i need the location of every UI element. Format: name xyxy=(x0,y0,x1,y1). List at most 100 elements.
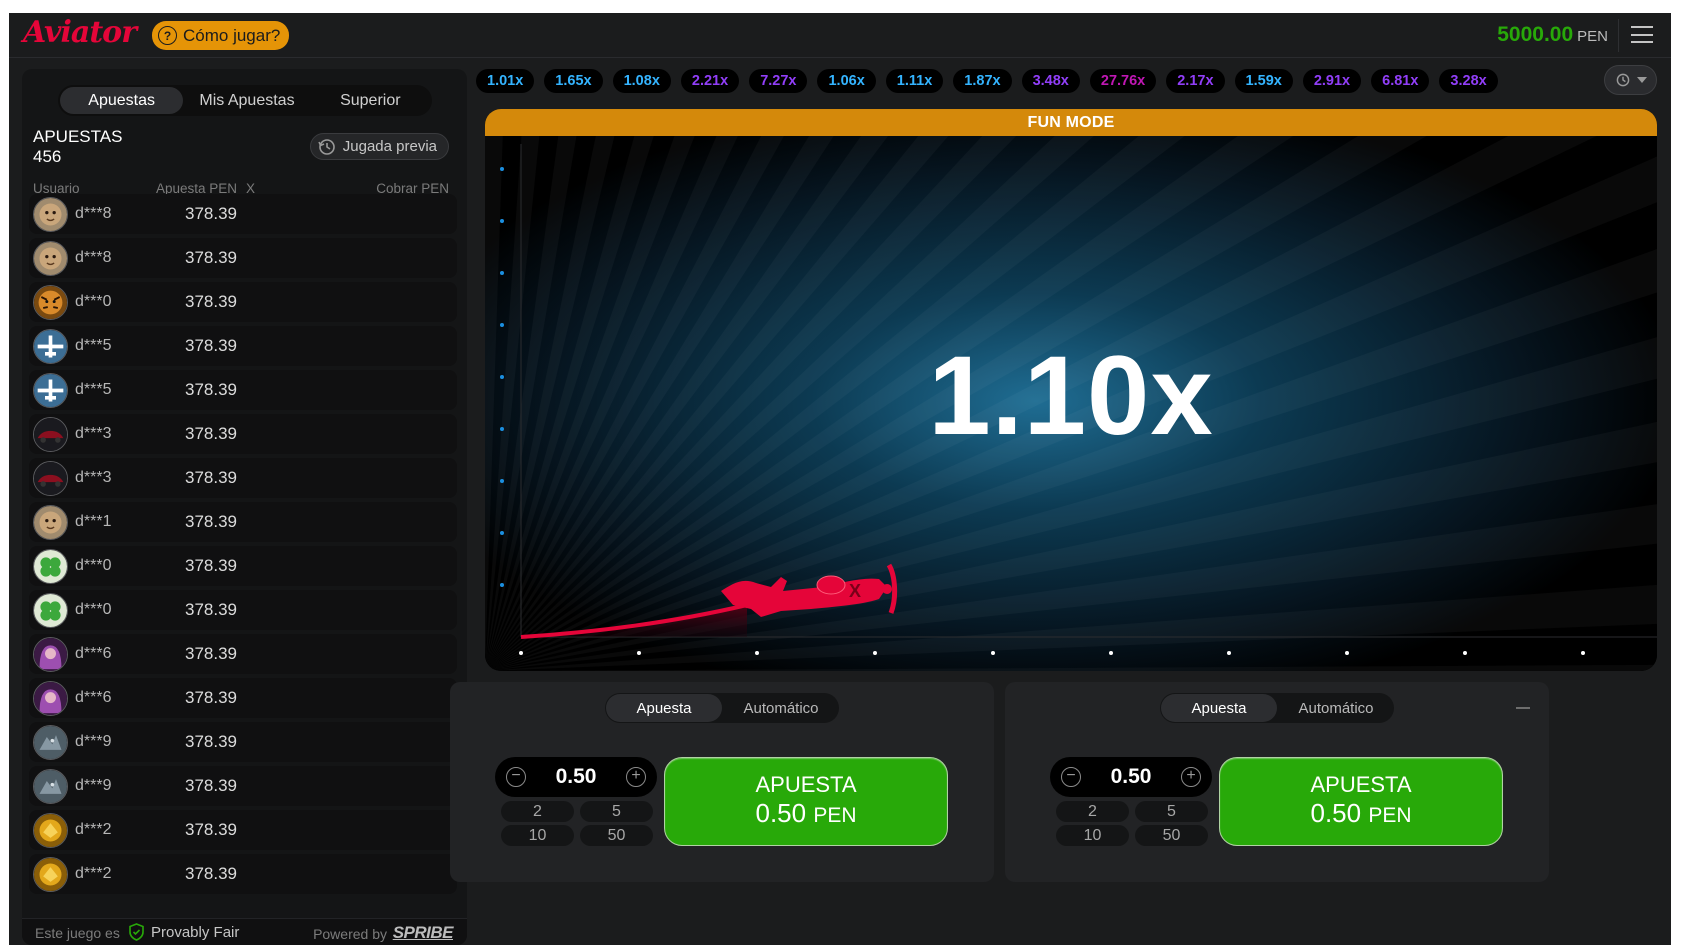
history-multiplier[interactable]: 3.48x xyxy=(1021,69,1080,93)
bet-row: d***0 378.39 xyxy=(29,546,457,586)
x-axis-dot xyxy=(519,651,523,655)
x-axis-dot xyxy=(1345,651,1349,655)
bets-list: d***8 378.39 d***8 378.39 d***0 378.39 d***5 37… xyxy=(29,194,457,898)
bets-label: APUESTAS xyxy=(33,127,123,146)
plus-icon[interactable]: + xyxy=(1181,767,1201,787)
user-avatar xyxy=(33,549,68,584)
history-multiplier[interactable]: 1.59x xyxy=(1234,69,1293,93)
bet-amount: 378.39 xyxy=(185,600,237,619)
tab-top[interactable]: Superior xyxy=(309,85,432,116)
history-multiplier[interactable]: 7.27x xyxy=(749,69,808,93)
place-bet-button[interactable]: APUESTA 0.50 PEN xyxy=(1219,757,1503,846)
bet-button-currency: PEN xyxy=(813,804,857,827)
history-multiplier[interactable]: 1.65x xyxy=(544,69,603,93)
quick-amount-button[interactable]: 5 xyxy=(1135,801,1208,822)
bet-user: d***1 xyxy=(75,513,112,530)
girl-avatar xyxy=(34,682,67,715)
history-multiplier[interactable]: 6.81x xyxy=(1371,69,1430,93)
x-axis-dot xyxy=(755,651,759,655)
y-axis-dot xyxy=(500,271,504,275)
quick-amount-button[interactable]: 50 xyxy=(580,825,653,846)
bet-user: d***0 xyxy=(75,601,112,618)
bets-tabs: Apuestas Mis Apuestas Superior xyxy=(58,85,432,116)
bet-row: d***8 378.39 xyxy=(29,238,457,278)
history-multiplier[interactable]: 27.76x xyxy=(1089,69,1157,93)
quick-amount-button[interactable]: 10 xyxy=(1056,825,1129,846)
user-avatar xyxy=(33,505,68,540)
history-multiplier[interactable]: 3.28x xyxy=(1439,69,1498,93)
y-axis-dot xyxy=(500,219,504,223)
history-icon xyxy=(318,138,335,155)
quick-amount-button[interactable]: 2 xyxy=(501,801,574,822)
y-axis-dot xyxy=(500,531,504,535)
y-axis-dot xyxy=(500,323,504,327)
history-multiplier[interactable]: 1.11x xyxy=(885,69,944,93)
car-avatar xyxy=(34,418,67,451)
bet-row: d***1 378.39 xyxy=(29,502,457,542)
x-axis-dot xyxy=(1463,651,1467,655)
balance: 5000.00 PEN xyxy=(1497,23,1608,47)
bet-row: d***0 378.39 xyxy=(29,282,457,322)
clover-avatar xyxy=(34,550,67,583)
clover-avatar xyxy=(34,594,67,627)
bets-summary: APUESTAS 456 xyxy=(33,127,122,167)
game-stage: X FUN MODE 1.10x xyxy=(485,109,1657,671)
bet-button-label: APUESTA xyxy=(755,772,857,797)
quick-amount-button[interactable]: 50 xyxy=(1135,825,1208,846)
spribe-logo[interactable]: SPRIBE xyxy=(393,923,454,943)
collapse-panel-icon[interactable] xyxy=(1513,698,1533,718)
x-axis-dot xyxy=(1109,651,1113,655)
tab-auto[interactable]: Automático xyxy=(1278,693,1394,723)
tab-auto[interactable]: Automático xyxy=(723,693,839,723)
menu-divider xyxy=(1618,19,1619,52)
tab-bet[interactable]: Apuesta xyxy=(606,694,722,722)
bet-amount: 378.39 xyxy=(185,424,237,443)
bet-button-amount-line: 0.50 PEN xyxy=(755,798,856,831)
provably-fair-link[interactable]: Provably Fair xyxy=(151,924,239,941)
bet-amount: 378.39 xyxy=(185,556,237,575)
history-multiplier[interactable]: 2.21x xyxy=(680,69,740,93)
tab-my-bets[interactable]: Mis Apuestas xyxy=(185,85,308,116)
user-avatar xyxy=(33,857,68,892)
bets-count: 456 xyxy=(33,147,62,166)
car-avatar xyxy=(34,462,67,495)
bet-row: d***5 378.39 xyxy=(29,370,457,410)
bet-amount: 378.39 xyxy=(185,248,237,267)
user-avatar xyxy=(33,417,68,452)
bet-user: d***0 xyxy=(75,293,112,310)
lion-avatar xyxy=(34,242,67,275)
history-multiplier[interactable]: 2.17x xyxy=(1166,69,1225,93)
tab-all-bets[interactable]: Apuestas xyxy=(60,87,184,114)
bet-row: d***2 378.39 xyxy=(29,854,457,894)
quick-amount-button[interactable]: 10 xyxy=(501,825,574,846)
history-multiplier[interactable]: 1.08x xyxy=(612,69,671,93)
hamburger-menu-icon[interactable] xyxy=(1631,26,1653,43)
user-avatar xyxy=(33,329,68,364)
history-multiplier[interactable]: 1.01x xyxy=(476,69,535,93)
history-dropdown-button[interactable] xyxy=(1604,65,1657,95)
y-axis-dot xyxy=(500,167,504,171)
bet-user: d***3 xyxy=(75,469,112,486)
bet-row: d***3 378.39 xyxy=(29,414,457,454)
bet-user: d***0 xyxy=(75,557,112,574)
history-multiplier[interactable]: 2.91x xyxy=(1302,69,1362,93)
tab-bet[interactable]: Apuesta xyxy=(1161,694,1277,722)
how-to-play-button[interactable]: ? Cómo jugar? xyxy=(152,21,290,50)
bet-user: d***6 xyxy=(75,645,112,662)
bet-amount: 378.39 xyxy=(185,292,237,311)
bet-row: d***9 378.39 xyxy=(29,766,457,806)
bet-user: d***8 xyxy=(75,249,112,266)
previous-round-button[interactable]: Jugada previa xyxy=(309,133,449,160)
svg-text:X: X xyxy=(849,581,861,601)
current-multiplier: 1.10x xyxy=(928,333,1214,458)
place-bet-button[interactable]: APUESTA 0.50 PEN xyxy=(664,757,948,846)
quick-amount-button[interactable]: 5 xyxy=(580,801,653,822)
history-multiplier[interactable]: 1.06x xyxy=(817,69,876,93)
history-multiplier[interactable]: 1.87x xyxy=(953,69,1012,93)
question-icon: ? xyxy=(158,26,177,45)
plus-icon[interactable]: + xyxy=(626,767,646,787)
bet-button-amount: 0.50 xyxy=(1310,798,1362,828)
quick-amount-button[interactable]: 2 xyxy=(1056,801,1129,822)
bet-row: d***5 378.39 xyxy=(29,326,457,366)
bet-amount: 378.39 xyxy=(185,204,237,223)
